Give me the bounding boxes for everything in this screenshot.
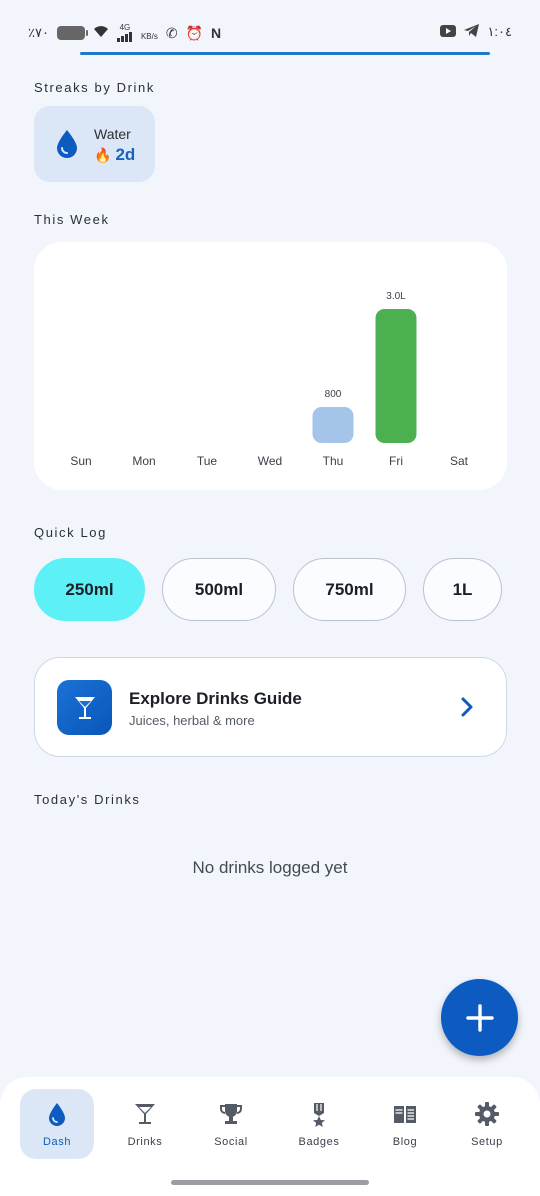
streak-drink-name: Water: [94, 126, 131, 142]
chart-tick-label-sun: Sun: [70, 454, 91, 468]
phone-icon: ✆: [165, 24, 178, 41]
weekly-chart-card: Sun Mon Tue Wed 800 Thu 3.0L Fri Sat: [34, 242, 507, 490]
nav-item-setup[interactable]: Setup: [450, 1089, 524, 1159]
chart-tick-label-mon: Mon: [132, 454, 155, 468]
chevron-right-icon: [461, 697, 473, 717]
status-right: ١:٠٤: [440, 24, 512, 40]
water-drop-icon: [57, 130, 77, 158]
plus-icon: [465, 1003, 494, 1032]
network-type: 4G: [119, 23, 131, 32]
empty-state-text: No drinks logged yet: [192, 858, 348, 877]
cocktail-glass-icon: [74, 696, 95, 719]
gear-icon: [475, 1102, 499, 1126]
chart-tick-label-sat: Sat: [450, 454, 469, 468]
streak-card-water[interactable]: Water 🔥 2d: [34, 106, 155, 182]
nav-item-blog[interactable]: Blog: [368, 1089, 442, 1159]
quick-log-section-label: Quick Log: [34, 525, 107, 540]
nav-label: Blog: [392, 1136, 418, 1148]
nfc-icon: N: [211, 25, 222, 41]
clock-time: ١:٠٤: [487, 24, 512, 39]
nav-item-badges[interactable]: Badges: [282, 1089, 356, 1159]
trophy-icon: [220, 1104, 242, 1124]
weekly-bar-chart: Sun Mon Tue Wed 800 Thu 3.0L Fri Sat: [70, 291, 469, 468]
streak-value: 🔥 2d: [94, 145, 135, 165]
youtube-icon: [440, 24, 457, 40]
chart-bar-thu: [312, 407, 354, 443]
nav-label: Drinks: [127, 1136, 163, 1148]
wifi-icon: [93, 25, 109, 41]
medal-icon: [313, 1103, 325, 1127]
quick-log-500ml-button[interactable]: 500ml: [162, 558, 276, 621]
quick-log-250ml-button[interactable]: 250ml: [34, 558, 145, 621]
chart-tick-label-tue: Tue: [197, 454, 218, 468]
telegram-icon: [464, 24, 480, 40]
signal-icon: 4G: [116, 23, 133, 42]
chart-data-label-thu: 800: [325, 389, 342, 400]
book-icon: [394, 1106, 416, 1123]
bottom-navigation: Dash Drinks Social Badges Blog Setup: [0, 1077, 540, 1196]
nav-item-social[interactable]: Social: [194, 1089, 268, 1159]
explore-drinks-guide-card[interactable]: Explore Drinks Guide Juices, herbal & mo…: [34, 657, 507, 757]
nav-item-drinks[interactable]: Drinks: [108, 1089, 182, 1159]
chart-tick-label-thu: Thu: [323, 454, 344, 468]
add-drink-button[interactable]: [441, 979, 518, 1056]
chart-tick-label-fri: Fri: [389, 454, 403, 468]
nav-label: Social: [214, 1136, 248, 1148]
streaks-section-label: Streaks by Drink: [34, 80, 155, 95]
chart-data-label-fri: 3.0L: [386, 291, 406, 302]
nav-item-dash[interactable]: Dash: [20, 1089, 94, 1159]
explore-icon-tile: [57, 680, 112, 735]
quick-log-1l-button[interactable]: 1L: [423, 558, 502, 621]
quick-log-750ml-button[interactable]: 750ml: [293, 558, 406, 621]
nav-label: Setup: [471, 1136, 503, 1148]
status-bar: ٪٧٠ 4G KB/s ✆ ⏰ N ١:٠٤: [0, 0, 540, 56]
cocktail-glass-icon: [135, 1104, 155, 1124]
week-section-label: This Week: [34, 212, 110, 227]
fire-icon: 🔥: [94, 146, 112, 163]
nav-label: Badges: [298, 1136, 340, 1148]
water-drop-icon: [49, 1103, 65, 1126]
battery-icon: [56, 26, 88, 40]
data-speed: KB/s: [140, 32, 158, 41]
alarm-icon: ⏰: [185, 24, 204, 41]
today-section-label: Today's Drinks: [34, 792, 141, 807]
battery-percent: ٪٧٠: [28, 25, 49, 40]
explore-title: Explore Drinks Guide: [129, 689, 302, 708]
chart-tick-label-wed: Wed: [258, 454, 282, 468]
scroll-indicator-line: [80, 52, 490, 55]
status-left: ٪٧٠ 4G KB/s ✆ ⏰ N: [28, 24, 221, 42]
chart-bar-fri: [375, 309, 417, 443]
streak-days: 2d: [115, 145, 136, 164]
nav-label: Dash: [42, 1136, 72, 1148]
explore-subtitle: Juices, herbal & more: [129, 713, 255, 728]
home-indicator: [171, 1180, 369, 1185]
